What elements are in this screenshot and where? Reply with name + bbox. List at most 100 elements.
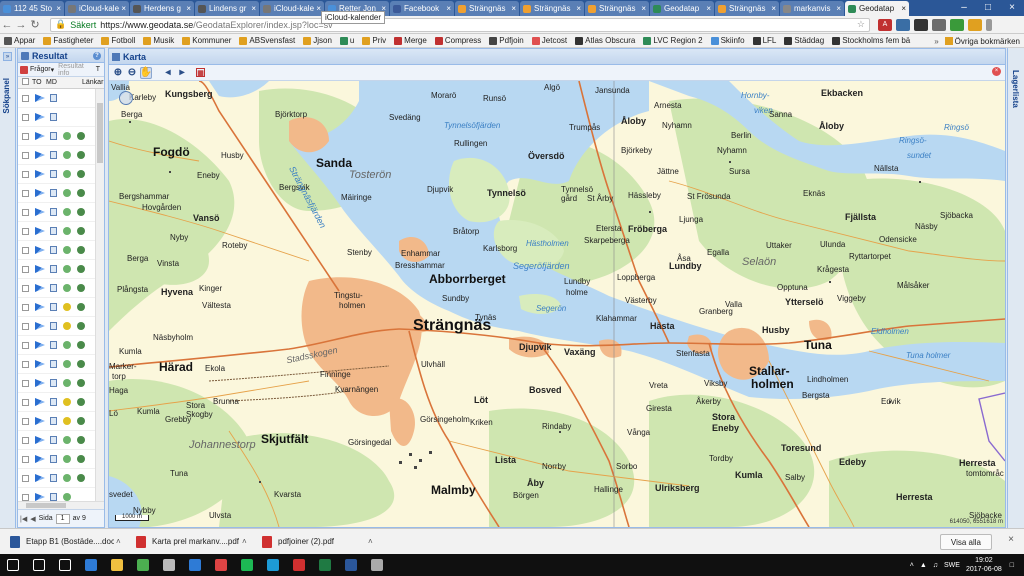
map-marker-icon[interactable] [35, 341, 45, 349]
tab-close-icon[interactable]: × [771, 4, 776, 13]
row-checkbox[interactable] [22, 94, 29, 102]
edge-icon[interactable] [78, 554, 104, 576]
chevron-up-icon[interactable]: ˄ [368, 537, 373, 546]
table-row[interactable] [18, 89, 96, 108]
link-icon[interactable] [77, 303, 85, 311]
row-checkbox[interactable] [22, 189, 29, 197]
metadata-icon[interactable] [63, 398, 71, 406]
row-checkbox[interactable] [22, 436, 29, 444]
pan-hand-icon[interactable]: ✋ [140, 66, 152, 79]
extension-icon[interactable] [896, 18, 910, 31]
row-checkbox[interactable] [22, 227, 29, 235]
close-map-icon[interactable]: × [992, 67, 1001, 76]
link-icon[interactable] [77, 189, 85, 197]
document-icon[interactable] [50, 436, 57, 444]
row-checkbox[interactable] [22, 246, 29, 254]
tab-close-icon[interactable]: × [836, 4, 841, 13]
skype-icon[interactable] [260, 554, 286, 576]
layer-list-strip[interactable]: Lagerlista [1007, 48, 1024, 528]
document-icon[interactable] [50, 113, 57, 121]
table-row[interactable] [18, 222, 96, 241]
document-icon[interactable] [50, 303, 57, 311]
bookmark-9[interactable]: Merge [394, 36, 427, 45]
forward-icon[interactable]: → [14, 19, 28, 31]
row-checkbox[interactable] [22, 474, 29, 482]
col-links[interactable]: Länkar [82, 79, 103, 86]
tab-close-icon[interactable]: × [641, 4, 646, 13]
document-icon[interactable] [50, 379, 57, 387]
col-to[interactable]: TO [32, 79, 46, 86]
tab-13[interactable]: Geodatap × [845, 1, 909, 16]
row-checkbox[interactable] [22, 493, 29, 501]
link-icon[interactable] [77, 132, 85, 140]
table-row[interactable] [18, 469, 96, 488]
bookmark-12[interactable]: Jetcost [531, 36, 567, 45]
bookmark-star-icon[interactable]: ☆ [857, 19, 865, 30]
map-marker-icon[interactable] [35, 265, 45, 273]
previous-extent-icon[interactable]: ◂ [162, 67, 174, 79]
windows-icon[interactable] [0, 554, 26, 576]
document-icon[interactable] [50, 265, 57, 273]
action-center-icon[interactable]: □ [1010, 562, 1014, 569]
link-icon[interactable] [77, 284, 85, 292]
row-checkbox[interactable] [22, 284, 29, 292]
document-icon[interactable] [50, 151, 57, 159]
table-row[interactable] [18, 108, 96, 127]
extension-icon-4[interactable] [950, 18, 964, 31]
other-bookmarks[interactable]: » Övriga bokmärken [930, 34, 1020, 47]
bookmark-6[interactable]: Jjson [303, 36, 332, 45]
chevron-up-icon[interactable]: ˄ [116, 537, 121, 546]
metadata-icon[interactable] [63, 322, 71, 330]
result-horizontal-scrollbar[interactable] [18, 501, 104, 509]
row-checkbox[interactable] [22, 151, 29, 159]
close-window-icon[interactable]: × [1000, 0, 1024, 16]
result-info-button[interactable]: Resultat info [58, 63, 92, 77]
zoom-out-icon[interactable]: ⊖ [126, 67, 138, 79]
table-row[interactable] [18, 317, 96, 336]
extension-icon-3[interactable] [932, 18, 946, 31]
table-row[interactable] [18, 298, 96, 317]
download-item-0[interactable]: Etapp B1 (Bostäde....doc ˄ [10, 535, 126, 548]
metadata-icon[interactable] [63, 436, 71, 444]
chrome-icon-2[interactable] [208, 554, 234, 576]
clock[interactable]: 19:02 2017-06-08 [966, 556, 1002, 574]
tab-1[interactable]: iCloud-kale × [65, 1, 129, 16]
link-icon[interactable] [77, 436, 85, 444]
extension-icon-5[interactable] [968, 18, 982, 31]
link-icon[interactable] [77, 417, 85, 425]
search-panel-strip[interactable]: » Sökpanel [0, 48, 16, 528]
tab-close-icon[interactable]: × [511, 4, 516, 13]
table-row[interactable] [18, 279, 96, 298]
metadata-icon[interactable] [63, 189, 71, 197]
result-vertical-scrollbar[interactable] [95, 89, 104, 507]
spotify-icon[interactable] [234, 554, 260, 576]
link-icon[interactable] [77, 360, 85, 368]
bookmark-13[interactable]: Atlas Obscura [575, 36, 635, 45]
t-button[interactable]: T [96, 66, 100, 73]
table-row[interactable] [18, 184, 96, 203]
row-checkbox[interactable] [22, 170, 29, 178]
document-icon[interactable] [50, 417, 57, 425]
navigation-control[interactable] [119, 91, 133, 105]
document-icon[interactable] [50, 322, 57, 330]
map-marker-icon[interactable] [35, 322, 45, 330]
table-row[interactable] [18, 165, 96, 184]
bookmark-14[interactable]: LVC Region 2 [643, 36, 703, 45]
link-icon[interactable] [77, 208, 85, 216]
table-row[interactable] [18, 127, 96, 146]
questions-button[interactable]: Frågor ▾ [20, 65, 54, 74]
metadata-icon[interactable] [63, 360, 71, 368]
tab-close-icon[interactable]: × [251, 4, 256, 13]
map-marker-icon[interactable] [35, 132, 45, 140]
expand-icon[interactable]: » [3, 52, 12, 61]
next-extent-icon[interactable]: ▸ [176, 67, 188, 79]
metadata-icon[interactable] [63, 474, 71, 482]
tab-10[interactable]: Geodatap × [650, 1, 714, 16]
bookmark-10[interactable]: Compress [434, 36, 481, 45]
download-item-2[interactable]: pdfjoiner (2).pdf ˄ [262, 535, 378, 548]
row-checkbox[interactable] [22, 341, 29, 349]
chevron-right-icon[interactable]: » [934, 37, 938, 46]
close-downloads-icon[interactable]: × [1008, 534, 1014, 545]
metadata-icon[interactable] [63, 303, 71, 311]
tab-6[interactable]: Facebook × [390, 1, 454, 16]
